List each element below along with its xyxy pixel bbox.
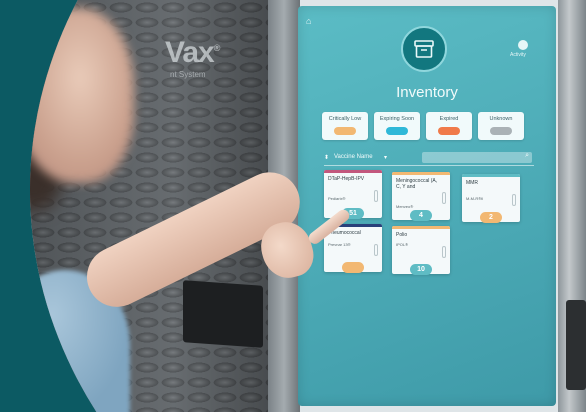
dose-count: 10 bbox=[410, 264, 432, 275]
photo: Vax® nt System ⌂ Activity Inventory Crit… bbox=[30, 0, 586, 412]
page-title: Inventory bbox=[396, 84, 458, 101]
vial-icon bbox=[374, 190, 378, 202]
status-filters: Critically Low Expiring Soon Expired Unk… bbox=[320, 112, 550, 142]
dose-count bbox=[342, 262, 364, 273]
filter-expiring-soon[interactable]: Expiring Soon bbox=[374, 112, 420, 140]
sort-icon[interactable]: ⬍ bbox=[324, 154, 329, 161]
filter-pill bbox=[386, 127, 408, 135]
vaccine-name: Pneumococcal bbox=[328, 230, 361, 236]
vaccine-name: MMR bbox=[466, 180, 478, 186]
vaccine-brand: Menveo® bbox=[396, 204, 414, 209]
search-icon[interactable]: ⌕ bbox=[525, 152, 529, 160]
brand-logo: Vax® bbox=[165, 36, 220, 69]
vaccine-card[interactable]: MMR M-M-R®II 2 bbox=[462, 174, 520, 223]
vaccine-brand: Pediarix® bbox=[328, 196, 346, 201]
activity-icon[interactable] bbox=[518, 40, 528, 50]
vaccine-card[interactable]: DTaP-HepB-IPV Pediarix® 51 bbox=[324, 170, 382, 219]
vial-icon bbox=[442, 246, 446, 258]
vaccine-card[interactable]: Polio IPOL® 10 bbox=[392, 226, 450, 275]
search-row: ⬍ Vaccine Name ▾ ⌕ bbox=[324, 152, 534, 166]
filter-unknown[interactable]: Unknown bbox=[478, 112, 524, 140]
vaccine-brand: M-M-R®II bbox=[466, 196, 484, 201]
brand-subtitle: nt System bbox=[170, 70, 206, 79]
filter-label: Unknown bbox=[489, 116, 513, 122]
vaccine-name: Meningococcal (A, C, Y and bbox=[396, 178, 438, 190]
card-color-bar bbox=[392, 172, 450, 175]
filter-pill bbox=[438, 127, 460, 135]
vaccine-name: Polio bbox=[396, 232, 408, 238]
vaccine-name: DTaP-HepB-IPV bbox=[328, 176, 365, 182]
filter-label: Expired bbox=[439, 116, 459, 122]
filter-pill bbox=[334, 127, 356, 135]
filter-label: Critically Low bbox=[328, 116, 362, 122]
home-icon[interactable]: ⌂ bbox=[306, 16, 316, 26]
activity-label[interactable]: Activity bbox=[510, 52, 526, 58]
archive-box-icon bbox=[401, 26, 447, 72]
filter-label: Expiring Soon bbox=[379, 116, 415, 122]
vaccine-card[interactable]: Meningococcal (A, C, Y and Menveo® 4 bbox=[392, 172, 450, 221]
vial-icon bbox=[442, 192, 446, 204]
filter-pill bbox=[490, 127, 512, 135]
filter-critically-low[interactable]: Critically Low bbox=[322, 112, 368, 140]
card-color-bar bbox=[324, 170, 382, 173]
search-input[interactable]: ⌕ bbox=[422, 152, 532, 163]
sort-label[interactable]: Vaccine Name bbox=[334, 154, 373, 160]
dose-count: 4 bbox=[410, 210, 432, 221]
vaccine-brand: IPOL® bbox=[396, 242, 409, 247]
kiosk-screen: ⌂ Activity Inventory Critically Low Expi… bbox=[298, 6, 556, 406]
vial-icon bbox=[512, 194, 516, 206]
card-color-bar bbox=[392, 226, 450, 229]
vaccine-brand: Prevnar 13® bbox=[328, 242, 351, 247]
card-color-bar bbox=[462, 174, 520, 177]
vial-icon bbox=[374, 244, 378, 256]
filter-expired[interactable]: Expired bbox=[426, 112, 472, 140]
dose-count: 2 bbox=[480, 212, 502, 223]
card-slot bbox=[183, 280, 263, 348]
chevron-down-icon[interactable]: ▾ bbox=[384, 154, 387, 161]
right-port bbox=[566, 300, 586, 390]
